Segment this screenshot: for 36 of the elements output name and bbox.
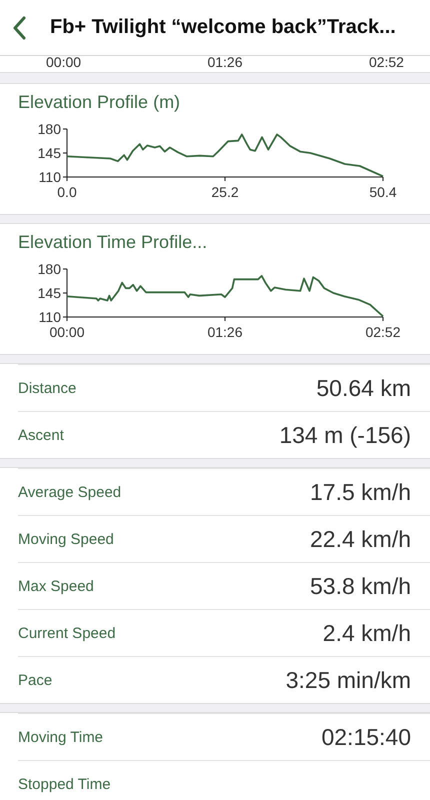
stat-label: Moving Speed [18,530,114,548]
stat-value: 53.8 km/h [310,572,411,600]
stat-value: 2.4 km/h [322,620,411,646]
axis-tick-label: 02:52 [365,324,401,340]
stat-label: Moving Time [18,728,104,746]
stat-label: Current Speed [18,624,116,642]
stat-label: Max Speed [18,578,94,594]
page-title: Fb+ Twilight “welcome back”Track... [50,16,396,39]
stat-value: 02:15:40 [321,724,411,750]
axis-tick-label: 00:00 [49,324,85,340]
stat-label: Distance [18,380,76,396]
axis-tick-label: 180 [38,261,61,277]
axis-tick-label: 25.2 [211,184,239,200]
axis-tick-label: 01:26 [207,324,243,340]
stat-label: Ascent [18,426,64,444]
stat-label: Average Speed [18,484,122,500]
stat-label: Stopped Time [18,776,111,792]
axis-tick-label: 110 [38,309,61,325]
stat-label: Pace [18,672,52,688]
axis-tick-label: 02:52 [368,56,404,72]
chart-title: Elevation Profile (m) [18,92,182,113]
axis-tick-label: 0.0 [57,184,77,200]
axis-tick-label: 145 [38,145,61,161]
stat-value: 17.5 km/h [310,478,411,506]
stat-value: 134 m (-156) [279,422,411,448]
back-icon [12,16,26,40]
axis-tick-label: 01:26 [207,56,243,72]
chart-title: Elevation Time Profile... [18,232,208,253]
axis-tick-label: 50.4 [369,184,397,200]
axis-tick-label: 110 [38,169,61,185]
stat-value: 50.64 km [316,374,411,402]
axis-tick-label: 145 [38,285,61,301]
axis-tick-label: 180 [38,121,61,137]
stat-value: 3:25 min/km [286,666,411,694]
stat-value: 22.4 km/h [310,526,411,552]
axis-tick-label: 00:00 [46,56,82,72]
